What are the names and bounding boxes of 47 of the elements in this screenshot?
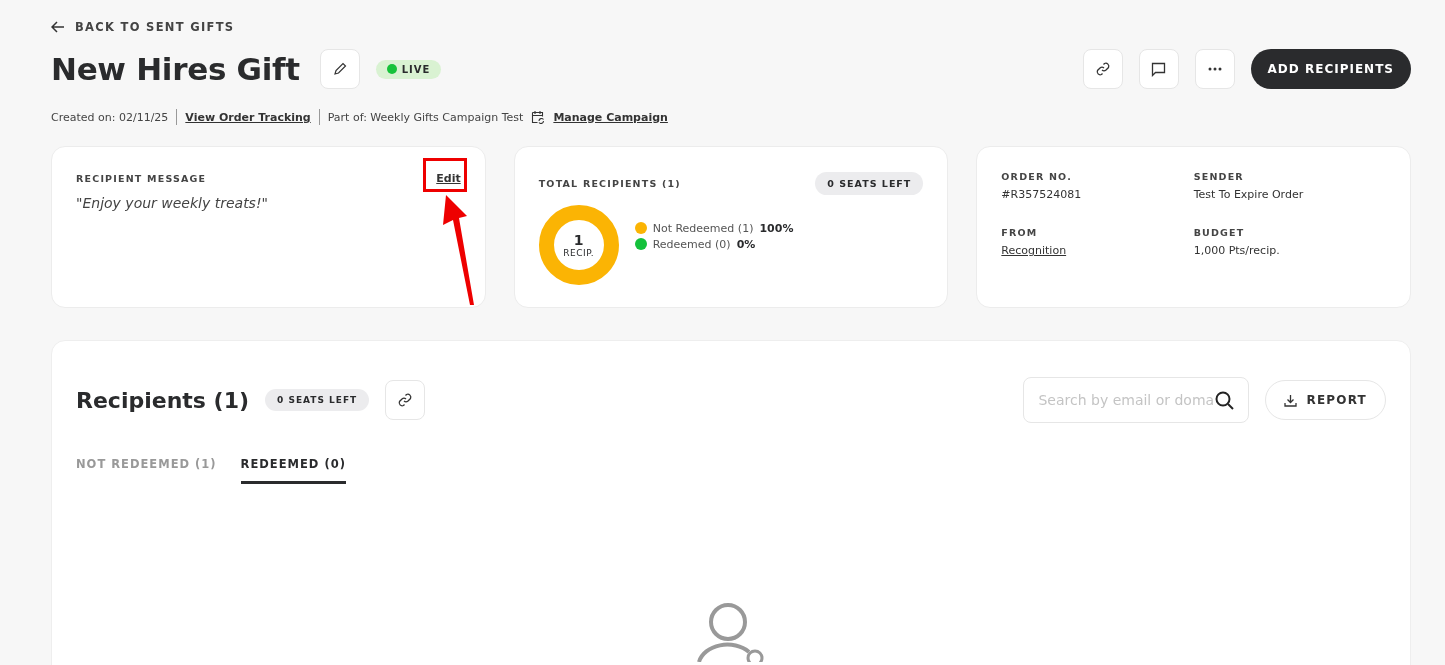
search-field[interactable]: Search by email or doma	[1023, 377, 1250, 423]
ellipsis-icon	[1207, 67, 1222, 71]
search-input[interactable]: Search by email or doma	[1036, 391, 1216, 409]
field-value: 1,000 Pts/recip.	[1193, 244, 1281, 257]
download-icon	[1284, 393, 1298, 407]
legend-percent: 0%	[736, 237, 756, 251]
speech-bubble-icon	[1151, 61, 1167, 77]
card-label: TOTAL RECIPIENTS (1)	[538, 178, 681, 189]
field-label: SENDER	[1193, 171, 1245, 182]
add-recipients-button[interactable]: ADD RECIPIENTS	[1250, 49, 1411, 89]
legend-percent: 100%	[759, 221, 794, 235]
recipient-message: "Enjoy your weekly treats!"	[76, 195, 269, 211]
legend-label: Not Redeemed (1)	[652, 221, 754, 235]
card-label: RECIPIENT MESSAGE	[76, 173, 207, 184]
order-tracking-link[interactable]: View Order Tracking	[185, 110, 311, 124]
search-icon	[1215, 390, 1235, 410]
section-title: Recipients (1)	[76, 387, 249, 413]
field-value: #R357524081	[1001, 188, 1083, 201]
highlight-box	[423, 158, 468, 192]
seats-left-badge: 0 SEATS LEFT	[265, 389, 370, 411]
edit-link[interactable]: Edit	[436, 172, 461, 185]
manage-campaign-link[interactable]: Manage Campaign	[553, 110, 668, 124]
edit-title-button[interactable]	[319, 49, 360, 89]
field-value: Test To Expire Order	[1193, 188, 1305, 201]
field-label: FROM	[1001, 227, 1039, 238]
report-button[interactable]: REPORT	[1265, 380, 1386, 420]
page-title: New Hires Gift	[51, 51, 300, 87]
copy-link-button[interactable]	[1082, 49, 1123, 89]
filter-tab[interactable]: REDEEMED (0)	[240, 457, 346, 484]
created-date: Created on: 02/11/25	[51, 110, 169, 124]
pencil-icon	[332, 62, 347, 76]
legend-label: Redeemed (0)	[652, 237, 731, 251]
donut-unit: RECIP.	[563, 248, 595, 258]
link-icon	[1094, 61, 1111, 77]
donut-value: 1	[573, 232, 584, 248]
field-label: ORDER NO.	[1001, 171, 1073, 182]
comment-button[interactable]	[1138, 49, 1179, 89]
copy-link-button[interactable]	[385, 380, 426, 420]
link-icon	[397, 392, 414, 408]
back-link[interactable]: BACK TO SENT GIFTS	[75, 20, 235, 34]
back-arrow-icon[interactable]	[51, 21, 65, 33]
field-label: BUDGET	[1193, 227, 1246, 238]
campaign-name: Part of: Weekly Gifts Campaign Test	[327, 110, 524, 124]
status-label: LIVE	[401, 63, 431, 75]
calendar-refresh-icon	[531, 110, 546, 124]
seats-left-badge: 0 SEATS LEFT	[815, 172, 924, 195]
field-link[interactable]: Recognition	[1001, 244, 1194, 257]
